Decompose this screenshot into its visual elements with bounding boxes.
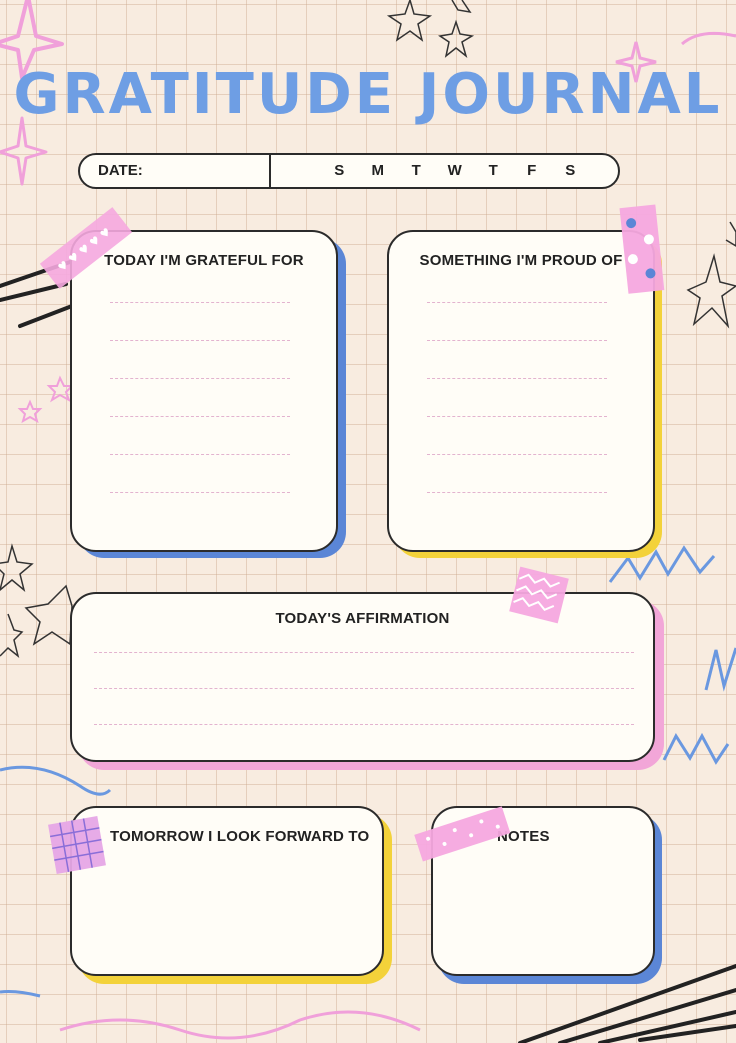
date-bar: DATE: S M T W T F S xyxy=(78,153,620,189)
tomorrow-card[interactable]: TOMORROW I LOOK FORWARD TO xyxy=(70,806,384,976)
star-icon xyxy=(725,221,736,247)
writing-line xyxy=(427,340,607,341)
star-icon xyxy=(0,543,34,593)
proud-card[interactable]: SOMETHING I'M PROUD OF xyxy=(387,230,655,552)
scribble-icon xyxy=(704,647,736,692)
washi-tape-floral xyxy=(619,204,665,294)
scribble-icon xyxy=(662,732,730,765)
date-divider xyxy=(269,155,271,187)
star-icon xyxy=(24,584,73,646)
star-icon xyxy=(686,253,736,329)
writing-line xyxy=(94,724,634,725)
writing-line xyxy=(110,492,290,493)
scribble-icon xyxy=(681,31,736,46)
page-title: GRATITUDE JOURNAL xyxy=(13,62,723,127)
writing-line xyxy=(94,688,634,689)
writing-line xyxy=(110,416,290,417)
writing-line xyxy=(427,302,607,303)
writing-line xyxy=(427,454,607,455)
scribble-icon xyxy=(0,990,41,998)
weekday-thursday[interactable]: T xyxy=(474,155,513,187)
flower-icon xyxy=(46,375,75,403)
proud-heading: SOMETHING I'M PROUD OF xyxy=(419,252,623,269)
writing-line xyxy=(427,378,607,379)
tomorrow-heading: TOMORROW I LOOK FORWARD TO xyxy=(110,828,370,845)
weekday-friday[interactable]: F xyxy=(513,155,552,187)
writing-line xyxy=(427,492,607,493)
star-icon xyxy=(386,0,433,42)
journal-page: GRATITUDE JOURNAL DATE: S M T W T F S TO… xyxy=(0,0,736,1043)
weekday-sunday[interactable]: S xyxy=(320,155,359,187)
washi-tape-zigzag xyxy=(509,566,569,624)
weekday-wednesday[interactable]: W xyxy=(436,155,475,187)
writing-line xyxy=(94,652,634,653)
writing-line xyxy=(110,302,290,303)
writing-line xyxy=(110,340,290,341)
washi-tape-hearts: ♥ ♥ ♥ ♥ ♥ xyxy=(39,207,133,289)
weekday-monday[interactable]: M xyxy=(359,155,398,187)
washi-tape-plaid xyxy=(48,816,106,874)
star-icon xyxy=(0,613,24,658)
writing-line xyxy=(110,378,290,379)
date-label: DATE: xyxy=(98,162,143,179)
writing-line xyxy=(110,454,290,455)
scribble-icon xyxy=(0,765,112,796)
weekday-saturday[interactable]: S xyxy=(551,155,590,187)
weekday-selector: S M T W T F S xyxy=(320,155,590,187)
flower-icon xyxy=(17,399,43,424)
scribble-icon xyxy=(59,1010,421,1040)
weekday-tuesday[interactable]: T xyxy=(397,155,436,187)
writing-line xyxy=(427,416,607,417)
star-icon xyxy=(451,0,472,14)
washi-tape-dots xyxy=(414,806,511,862)
star-icon xyxy=(438,19,475,59)
